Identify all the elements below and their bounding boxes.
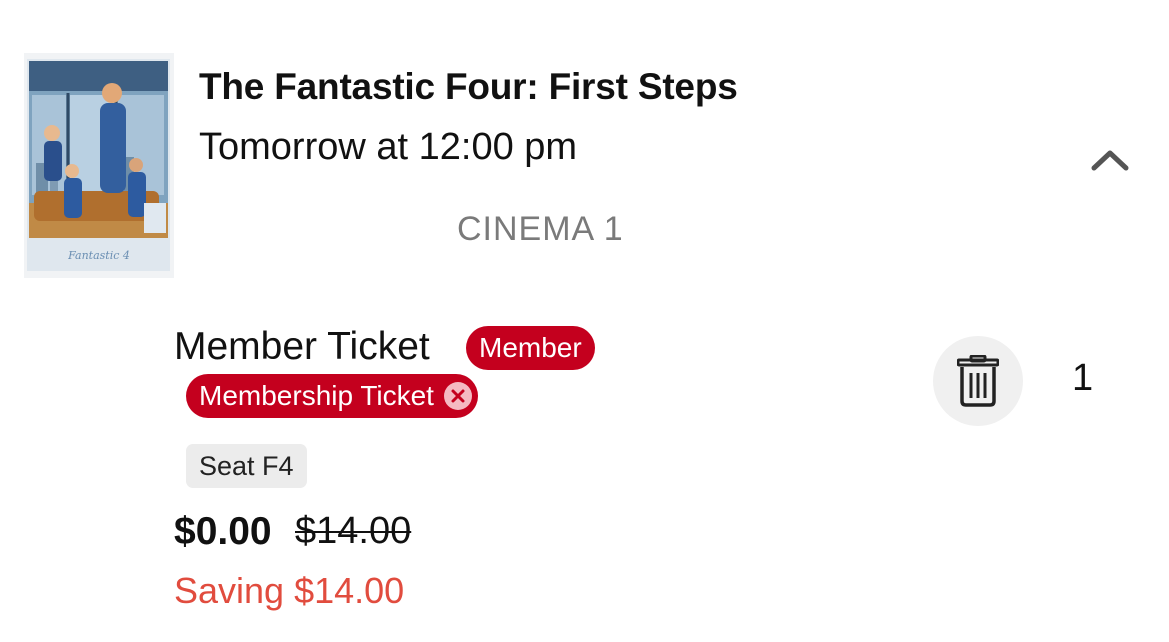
- movie-poster: Fantastic 4: [24, 53, 174, 278]
- ticket-price: $0.00: [174, 510, 272, 553]
- original-price: $14.00: [295, 510, 412, 552]
- delete-ticket-button[interactable]: [933, 336, 1023, 426]
- chevron-up-icon[interactable]: [1088, 140, 1132, 184]
- trash-icon: [957, 355, 999, 407]
- booking-summary-card: Fantastic 4 The Fantastic Four: First St…: [0, 0, 1169, 642]
- showtime: Tomorrow at 12:00 pm: [199, 126, 578, 168]
- member-badge: Member: [466, 326, 595, 370]
- ticket-quantity: 1: [1072, 357, 1094, 399]
- ticket-type-label: Member Ticket: [174, 325, 430, 368]
- screen-name: CINEMA 1: [457, 210, 624, 248]
- movie-title: The Fantastic Four: First Steps: [199, 66, 738, 107]
- membership-ticket-label: Membership Ticket: [199, 380, 434, 411]
- close-circle-icon[interactable]: [443, 382, 472, 410]
- poster-logo-text: Fantastic 4: [67, 249, 130, 262]
- membership-ticket-badge[interactable]: Membership Ticket: [186, 374, 478, 418]
- saving-amount: Saving $14.00: [174, 570, 405, 611]
- seat-chip: Seat F4: [186, 444, 307, 488]
